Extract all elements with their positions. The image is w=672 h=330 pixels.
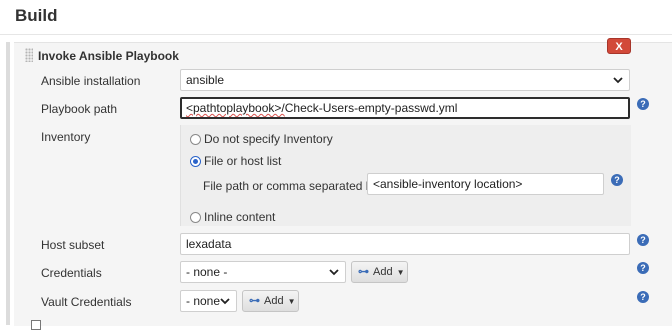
caret-down-icon: ▼ [396,268,405,277]
add-credentials-label: Add [373,266,393,278]
chevron-down-icon [220,291,230,311]
radio-inline-content[interactable] [190,212,201,223]
add-vault-credentials-button[interactable]: ⊶ Add ▼ [242,290,299,312]
advanced-checkbox[interactable] [31,320,41,330]
key-icon: ⊶ [358,266,369,278]
radio-no-inventory[interactable] [190,134,201,145]
key-icon: ⊶ [249,295,260,307]
playbook-path-value: Check-Users-empty-passwd.yml [284,101,458,115]
chevron-down-icon [329,262,339,282]
vault-credentials-label: Vault Credentials [41,295,132,309]
playbook-path-input[interactable]: <pathtoplaybook>/Check-Users-empty-passw… [180,97,630,119]
vault-credentials-select[interactable]: - none - [180,290,237,312]
host-subset-input[interactable]: lexadata [180,233,630,255]
help-icon[interactable]: ? [637,234,649,246]
radio-inline-content-label: Inline content [204,210,276,224]
add-vault-credentials-label: Add [264,295,284,307]
inventory-file-path-input[interactable]: <ansible-inventory location> [367,173,604,195]
page-title: Build [15,6,58,25]
playbook-path-prefix: <pathtoplaybook>/ [186,101,285,115]
inventory-label: Inventory [41,130,91,144]
title-divider [0,34,672,35]
section-left-bar [6,42,10,325]
caret-down-icon: ▼ [287,297,296,306]
ansible-installation-label: Ansible installation [41,74,141,88]
host-subset-label: Host subset [41,238,105,252]
help-icon[interactable]: ? [637,291,649,303]
radio-file-or-host-list[interactable] [190,156,201,167]
section-title: Invoke Ansible Playbook [38,49,179,63]
ansible-installation-select[interactable]: ansible [180,69,630,91]
delete-step-button[interactable]: X [607,38,631,54]
chevron-down-icon [613,70,623,90]
radio-file-or-host-list-label: File or host list [204,154,282,168]
credentials-label: Credentials [41,266,102,280]
credentials-value: - none - [186,265,228,279]
inventory-file-path-value: <ansible-inventory location> [373,177,523,191]
playbook-path-label: Playbook path [41,102,118,116]
radio-no-inventory-label: Do not specify Inventory [204,132,333,146]
drag-handle-icon[interactable] [25,48,33,62]
help-icon[interactable]: ? [611,174,623,186]
add-credentials-button[interactable]: ⊶ Add ▼ [351,261,408,283]
host-subset-value: lexadata [186,237,232,251]
help-icon[interactable]: ? [637,262,649,274]
ansible-installation-value: ansible [186,73,225,87]
credentials-select[interactable]: - none - [180,261,346,283]
help-icon[interactable]: ? [637,98,649,110]
